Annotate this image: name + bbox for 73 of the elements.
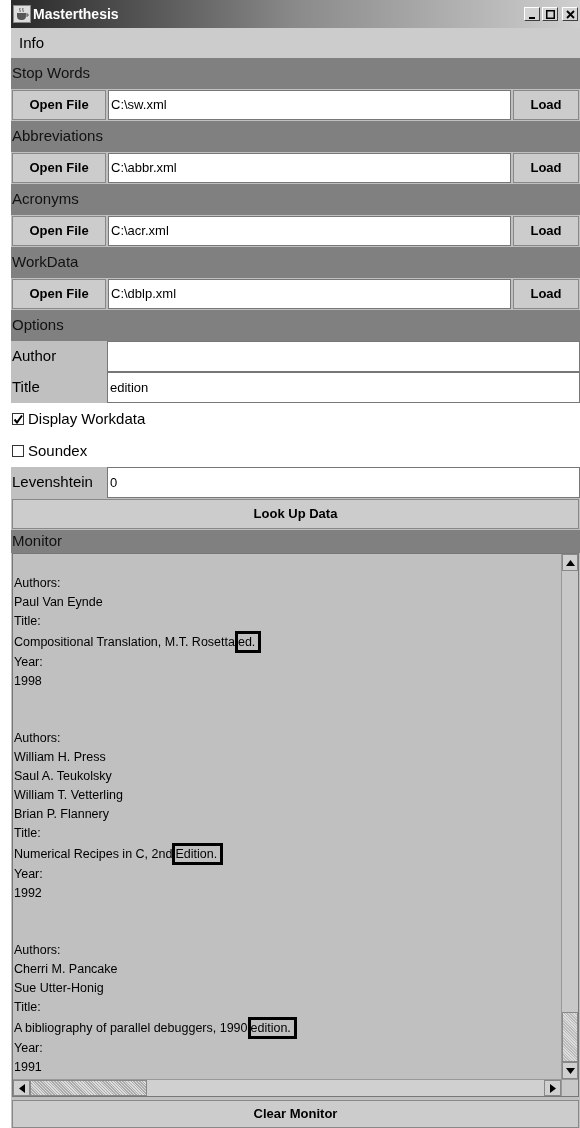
section-header: Monitor bbox=[11, 530, 580, 553]
checkbox-label: Soundex bbox=[28, 440, 88, 461]
field-label: Authors: bbox=[14, 575, 61, 592]
year-value: 1998 bbox=[14, 673, 42, 690]
scroll-thumb[interactable] bbox=[30, 1080, 147, 1096]
close-icon bbox=[565, 9, 575, 19]
window-title: Masterthesis bbox=[33, 4, 119, 24]
author-name: Brian P. Flannery bbox=[14, 806, 109, 823]
scroll-down-button[interactable] bbox=[562, 1062, 578, 1079]
year-value: 1992 bbox=[14, 885, 42, 902]
clear-monitor-button[interactable]: Clear Monitor bbox=[12, 1100, 579, 1128]
field-label: Title: bbox=[14, 613, 41, 630]
right-arrow-icon bbox=[549, 1083, 556, 1093]
field-label: Authors: bbox=[14, 942, 61, 959]
checkbox[interactable] bbox=[12, 413, 24, 425]
match-highlight: Edition. bbox=[172, 843, 224, 865]
path-field[interactable]: C:\acr.xml bbox=[108, 216, 511, 246]
vertical-scrollbar[interactable] bbox=[561, 554, 578, 1079]
section-header: Options bbox=[11, 310, 580, 341]
down-arrow-icon bbox=[565, 1067, 575, 1074]
author-name: William H. Press bbox=[14, 749, 106, 766]
author-name: Saul A. Teukolsky bbox=[14, 768, 112, 785]
field-label: Year: bbox=[14, 654, 43, 671]
section-header: Stop Words bbox=[11, 58, 580, 89]
field-label: Title: bbox=[14, 999, 41, 1016]
open-file-button[interactable]: Open File bbox=[12, 216, 106, 246]
match-highlight: ed. bbox=[234, 631, 262, 653]
book-title: Compositional Translation, M.T. Rosetta bbox=[14, 633, 235, 651]
input-field[interactable]: edition bbox=[107, 372, 580, 403]
load-button[interactable]: Load bbox=[513, 90, 579, 120]
path-field[interactable]: C:\dblp.xml bbox=[108, 279, 511, 309]
horizontal-scrollbar[interactable] bbox=[13, 1079, 561, 1096]
checkbox[interactable] bbox=[12, 445, 24, 457]
author-name: Cherri M. Pancake bbox=[14, 961, 118, 978]
up-arrow-icon bbox=[565, 559, 575, 566]
input-field[interactable] bbox=[107, 341, 580, 372]
path-field[interactable]: C:\abbr.xml bbox=[108, 153, 511, 183]
book-title: Numerical Recipes in C, 2nd bbox=[14, 845, 173, 863]
book-title: A bibliography of parallel debuggers, 1990 bbox=[14, 1019, 248, 1037]
input-field[interactable]: 0 bbox=[107, 467, 580, 498]
load-button[interactable]: Load bbox=[513, 216, 579, 246]
open-file-button[interactable]: Open File bbox=[12, 279, 106, 309]
field-label: Year: bbox=[14, 1040, 43, 1057]
year-value: 1991 bbox=[14, 1059, 42, 1076]
scroll-left-button[interactable] bbox=[13, 1080, 30, 1096]
look-up-button[interactable]: Look Up Data bbox=[12, 499, 579, 529]
section-header: Abbreviations bbox=[11, 121, 580, 152]
maximize-icon bbox=[545, 9, 555, 19]
maximize-button[interactable] bbox=[542, 7, 558, 21]
checkbox-label: Display Workdata bbox=[28, 408, 146, 429]
section-header: Acronyms bbox=[11, 184, 580, 215]
scroll-thumb[interactable] bbox=[562, 1012, 578, 1062]
path-field[interactable]: C:\sw.xml bbox=[108, 90, 511, 120]
load-button[interactable]: Load bbox=[513, 153, 579, 183]
open-file-button[interactable]: Open File bbox=[12, 90, 106, 120]
cup-icon bbox=[13, 5, 31, 23]
scroll-up-button[interactable] bbox=[562, 554, 578, 571]
minimize-icon bbox=[529, 17, 535, 19]
author-name: Sue Utter-Honig bbox=[14, 980, 104, 997]
left-arrow-icon bbox=[18, 1083, 25, 1093]
field-label: Title: bbox=[14, 825, 41, 842]
field-label: Authors: bbox=[14, 730, 61, 747]
menu-item[interactable]: Info bbox=[17, 31, 47, 55]
minimize-button[interactable] bbox=[524, 7, 540, 21]
author-name: Paul Van Eynde bbox=[14, 594, 103, 611]
load-button[interactable]: Load bbox=[513, 279, 579, 309]
match-highlight: edition. bbox=[247, 1017, 297, 1039]
author-name: William T. Vetterling bbox=[14, 787, 123, 804]
scroll-right-button[interactable] bbox=[544, 1080, 561, 1096]
field-label: Year: bbox=[14, 866, 43, 883]
close-button[interactable] bbox=[562, 7, 578, 21]
section-header: WorkData bbox=[11, 247, 580, 278]
open-file-button[interactable]: Open File bbox=[12, 153, 106, 183]
